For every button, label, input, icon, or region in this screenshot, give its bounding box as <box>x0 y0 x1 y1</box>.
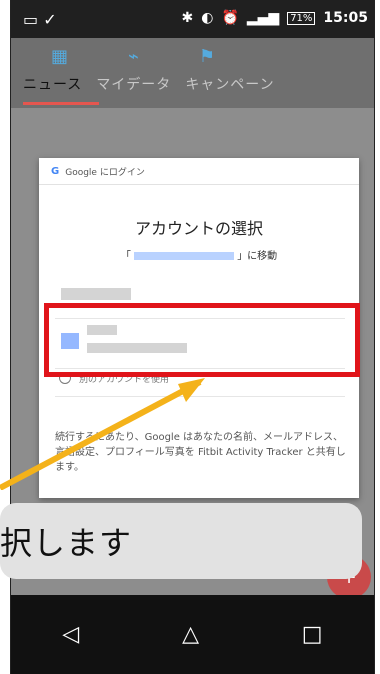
bluetooth-icon: ✱ <box>181 10 194 26</box>
vibrate-icon: ◐ <box>201 10 214 26</box>
tab-news[interactable]: ニュース <box>23 74 82 94</box>
redirect-suffix: 」に移動 <box>237 251 278 262</box>
app-bar-icons: ▦ ⌁ ⚑ <box>51 46 215 67</box>
status-bar: ▭ ✓ ✱ ◐ ⏰ ▂▄▆ 71% 15:05 <box>11 0 374 38</box>
status-left-icons: ▭ ✓ <box>23 10 57 29</box>
callout-text: 択します <box>0 524 133 562</box>
redirect-app-name-blurred <box>134 252 234 260</box>
back-icon[interactable]: ◁ <box>62 622 79 647</box>
recent-apps-icon[interactable]: □ <box>302 622 323 647</box>
account-1-blur <box>61 288 131 300</box>
redirect-prefix: 「 <box>120 251 131 262</box>
dialog-header: G Google にログイン <box>39 158 359 185</box>
active-tab-indicator <box>23 102 99 105</box>
flag-icon[interactable]: ⚑ <box>199 46 215 67</box>
dashboard-icon[interactable]: ▦ <box>51 46 68 67</box>
app-bar: ▦ ⌁ ⚑ ニュース マイデータ キャンペーン <box>11 38 374 108</box>
tab-bar: ニュース マイデータ キャンペーン <box>23 74 275 94</box>
chart-icon[interactable]: ⌁ <box>128 46 139 67</box>
clock: 15:05 <box>323 10 368 26</box>
instruction-callout: 択します <box>0 503 362 579</box>
dialog-header-text: Google にログイン <box>65 167 145 178</box>
redirect-line: 「 」に移動 <box>39 247 359 262</box>
status-right-icons: ✱ ◐ ⏰ ▂▄▆ 71% 15:05 <box>181 10 368 26</box>
android-navigation-bar: ◁ △ □ <box>11 595 374 674</box>
tab-campaign[interactable]: キャンペーン <box>185 74 274 94</box>
dialog-title: アカウントの選択 <box>134 219 263 238</box>
tab-my-data[interactable]: マイデータ <box>96 74 171 94</box>
pointer-arrow <box>0 378 205 490</box>
home-icon[interactable]: △ <box>182 622 199 647</box>
signal-icon: ▂▄▆ <box>246 10 280 26</box>
battery-indicator: 71% <box>287 11 316 25</box>
alarm-icon: ⏰ <box>221 10 239 26</box>
google-logo-icon: G <box>51 165 60 177</box>
